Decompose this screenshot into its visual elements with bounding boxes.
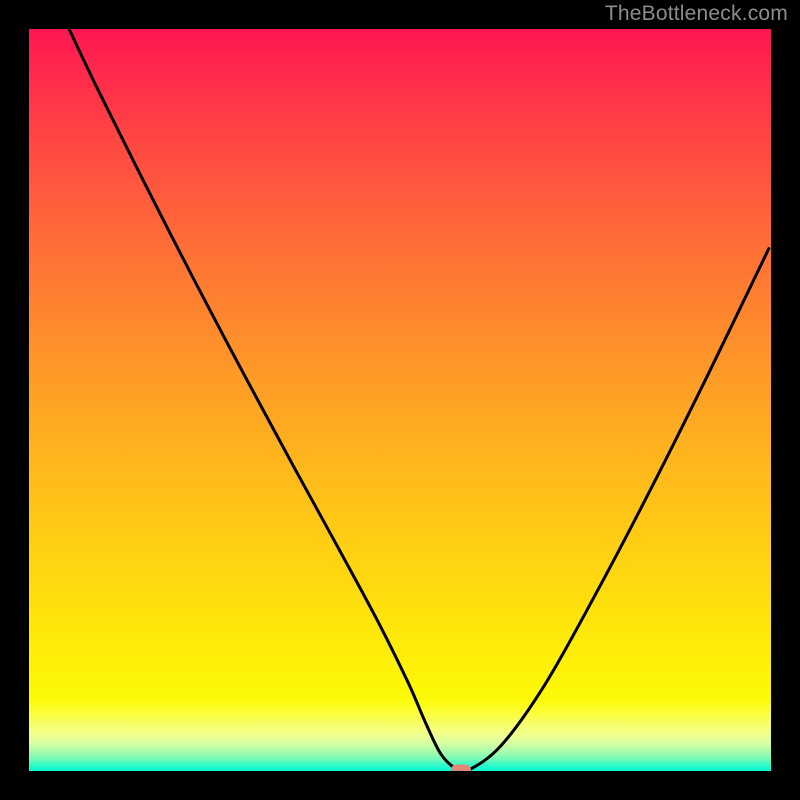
- chart-frame: TheBottleneck.com: [0, 0, 800, 800]
- bottleneck-curve: [29, 29, 771, 771]
- plot-area: [29, 29, 771, 771]
- curve-path: [69, 29, 769, 771]
- optimal-marker: [451, 764, 471, 771]
- watermark-text: TheBottleneck.com: [605, 2, 788, 26]
